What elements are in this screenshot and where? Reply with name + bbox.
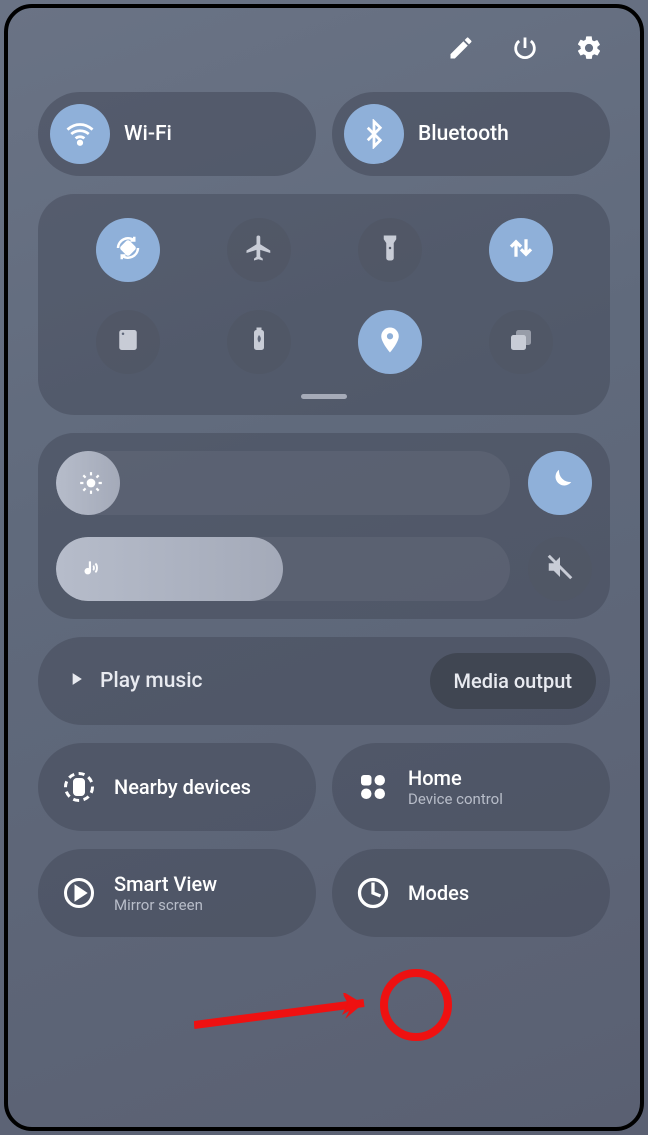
nearby-devices-title: Nearby devices: [114, 775, 251, 799]
battery-saver-icon: [244, 325, 274, 359]
modes-icon: [352, 872, 394, 914]
power-button[interactable]: [510, 35, 540, 65]
home-control-button[interactable]: Home Device control: [332, 743, 610, 831]
bluetooth-toggle[interactable]: Bluetooth: [332, 92, 610, 176]
modes-title: Modes: [408, 881, 469, 905]
dark-mode-toggle[interactable]: [528, 451, 592, 515]
highlight-circle: [380, 969, 452, 1041]
location-icon: [375, 325, 405, 359]
volume-slider[interactable]: [56, 537, 510, 601]
nearby-devices-icon: [58, 766, 100, 808]
auto-rotate-toggle[interactable]: [96, 218, 160, 282]
media-panel: Play music Media output: [38, 637, 610, 725]
wifi-icon: [50, 104, 110, 164]
airplane-mode-toggle[interactable]: [227, 218, 291, 282]
smart-view-sub: Mirror screen: [114, 896, 217, 914]
battery-saver-toggle[interactable]: [227, 310, 291, 374]
multi-window-toggle[interactable]: [489, 310, 553, 374]
settings-button[interactable]: [574, 35, 604, 65]
modes-button[interactable]: Modes: [332, 849, 610, 937]
smart-view-button[interactable]: Smart View Mirror screen: [38, 849, 316, 937]
moon-icon: [545, 466, 575, 500]
home-title: Home: [408, 766, 503, 790]
brightness-icon: [78, 470, 104, 496]
mobile-data-toggle[interactable]: [489, 218, 553, 282]
pencil-icon: [447, 34, 475, 66]
quick-settings-panel: [38, 194, 610, 415]
home-sub: Device control: [408, 790, 503, 808]
play-music-button[interactable]: Play music: [66, 669, 420, 693]
cast-icon: [113, 325, 143, 359]
play-icon: [66, 669, 86, 693]
volume-icon: [78, 556, 104, 582]
brightness-slider[interactable]: [56, 451, 510, 515]
highlight-arrow: [194, 993, 394, 1033]
smart-view-icon: [58, 872, 100, 914]
auto-rotate-icon: [113, 233, 143, 267]
media-output-label: Media output: [454, 669, 572, 693]
bluetooth-icon: [344, 104, 404, 164]
edit-button[interactable]: [446, 35, 476, 65]
header-bar: [38, 26, 610, 74]
media-output-button[interactable]: Media output: [430, 653, 596, 709]
sliders-panel: [38, 433, 610, 619]
panel-handle[interactable]: [301, 394, 347, 399]
mute-icon: [545, 552, 575, 586]
mute-toggle[interactable]: [528, 537, 592, 601]
play-music-label: Play music: [100, 669, 203, 693]
flashlight-toggle[interactable]: [358, 218, 422, 282]
mobile-data-icon: [506, 233, 536, 267]
power-icon: [511, 34, 539, 66]
wifi-toggle[interactable]: Wi-Fi: [38, 92, 316, 176]
flashlight-icon: [375, 233, 405, 267]
multi-window-icon: [506, 325, 536, 359]
home-control-icon: [352, 766, 394, 808]
screen-cast-toggle[interactable]: [96, 310, 160, 374]
nearby-devices-button[interactable]: Nearby devices: [38, 743, 316, 831]
gear-icon: [575, 34, 603, 66]
smart-view-title: Smart View: [114, 872, 217, 896]
bluetooth-label: Bluetooth: [418, 122, 509, 146]
airplane-icon: [244, 233, 274, 267]
wifi-label: Wi-Fi: [124, 122, 172, 146]
location-toggle[interactable]: [358, 310, 422, 374]
